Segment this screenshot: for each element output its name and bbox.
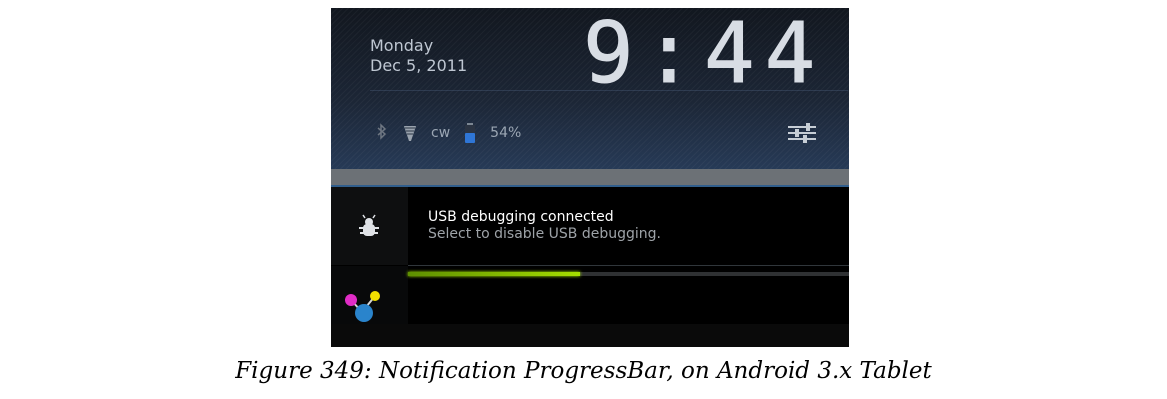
wifi-icon [403,123,417,143]
clock-display: 9:44 [583,16,825,96]
progress-bar [408,272,580,276]
battery-icon [464,122,476,144]
status-header: Monday Dec 5, 2011 9:44 cw 54% [331,8,849,178]
panel-handle [331,169,849,186]
progress-track [408,272,849,276]
battery-percent: 54% [490,125,522,141]
usb-debug-icon [355,214,383,242]
day-label: Monday [370,36,434,55]
wifi-label: cw [431,125,451,141]
date-label: Dec 5, 2011 [370,56,468,75]
header-divider [370,90,848,91]
bottom-bar [331,324,849,347]
status-row: cw 54% [375,121,521,145]
notification-title: USB debugging connected [428,209,614,225]
android-notification-panel: Monday Dec 5, 2011 9:44 cw 54% USB debug… [331,8,849,347]
bluetooth-icon [375,123,389,143]
date-block: Monday Dec 5, 2011 [370,36,467,76]
download-icon-area [331,266,408,324]
clock-text: 9:44 [583,16,825,96]
notification-subtitle: Select to disable USB debugging. [428,226,661,242]
figure-caption: Figure 349: Notification ProgressBar, on… [235,358,932,384]
download-progress-icon [344,286,384,326]
figure-page: Monday Dec 5, 2011 9:44 cw 54% USB debug… [0,0,1167,399]
usb-debugging-notification[interactable]: USB debugging connected Select to disabl… [331,187,849,265]
settings-icon[interactable] [786,121,818,145]
notification-icon-area [331,187,408,265]
